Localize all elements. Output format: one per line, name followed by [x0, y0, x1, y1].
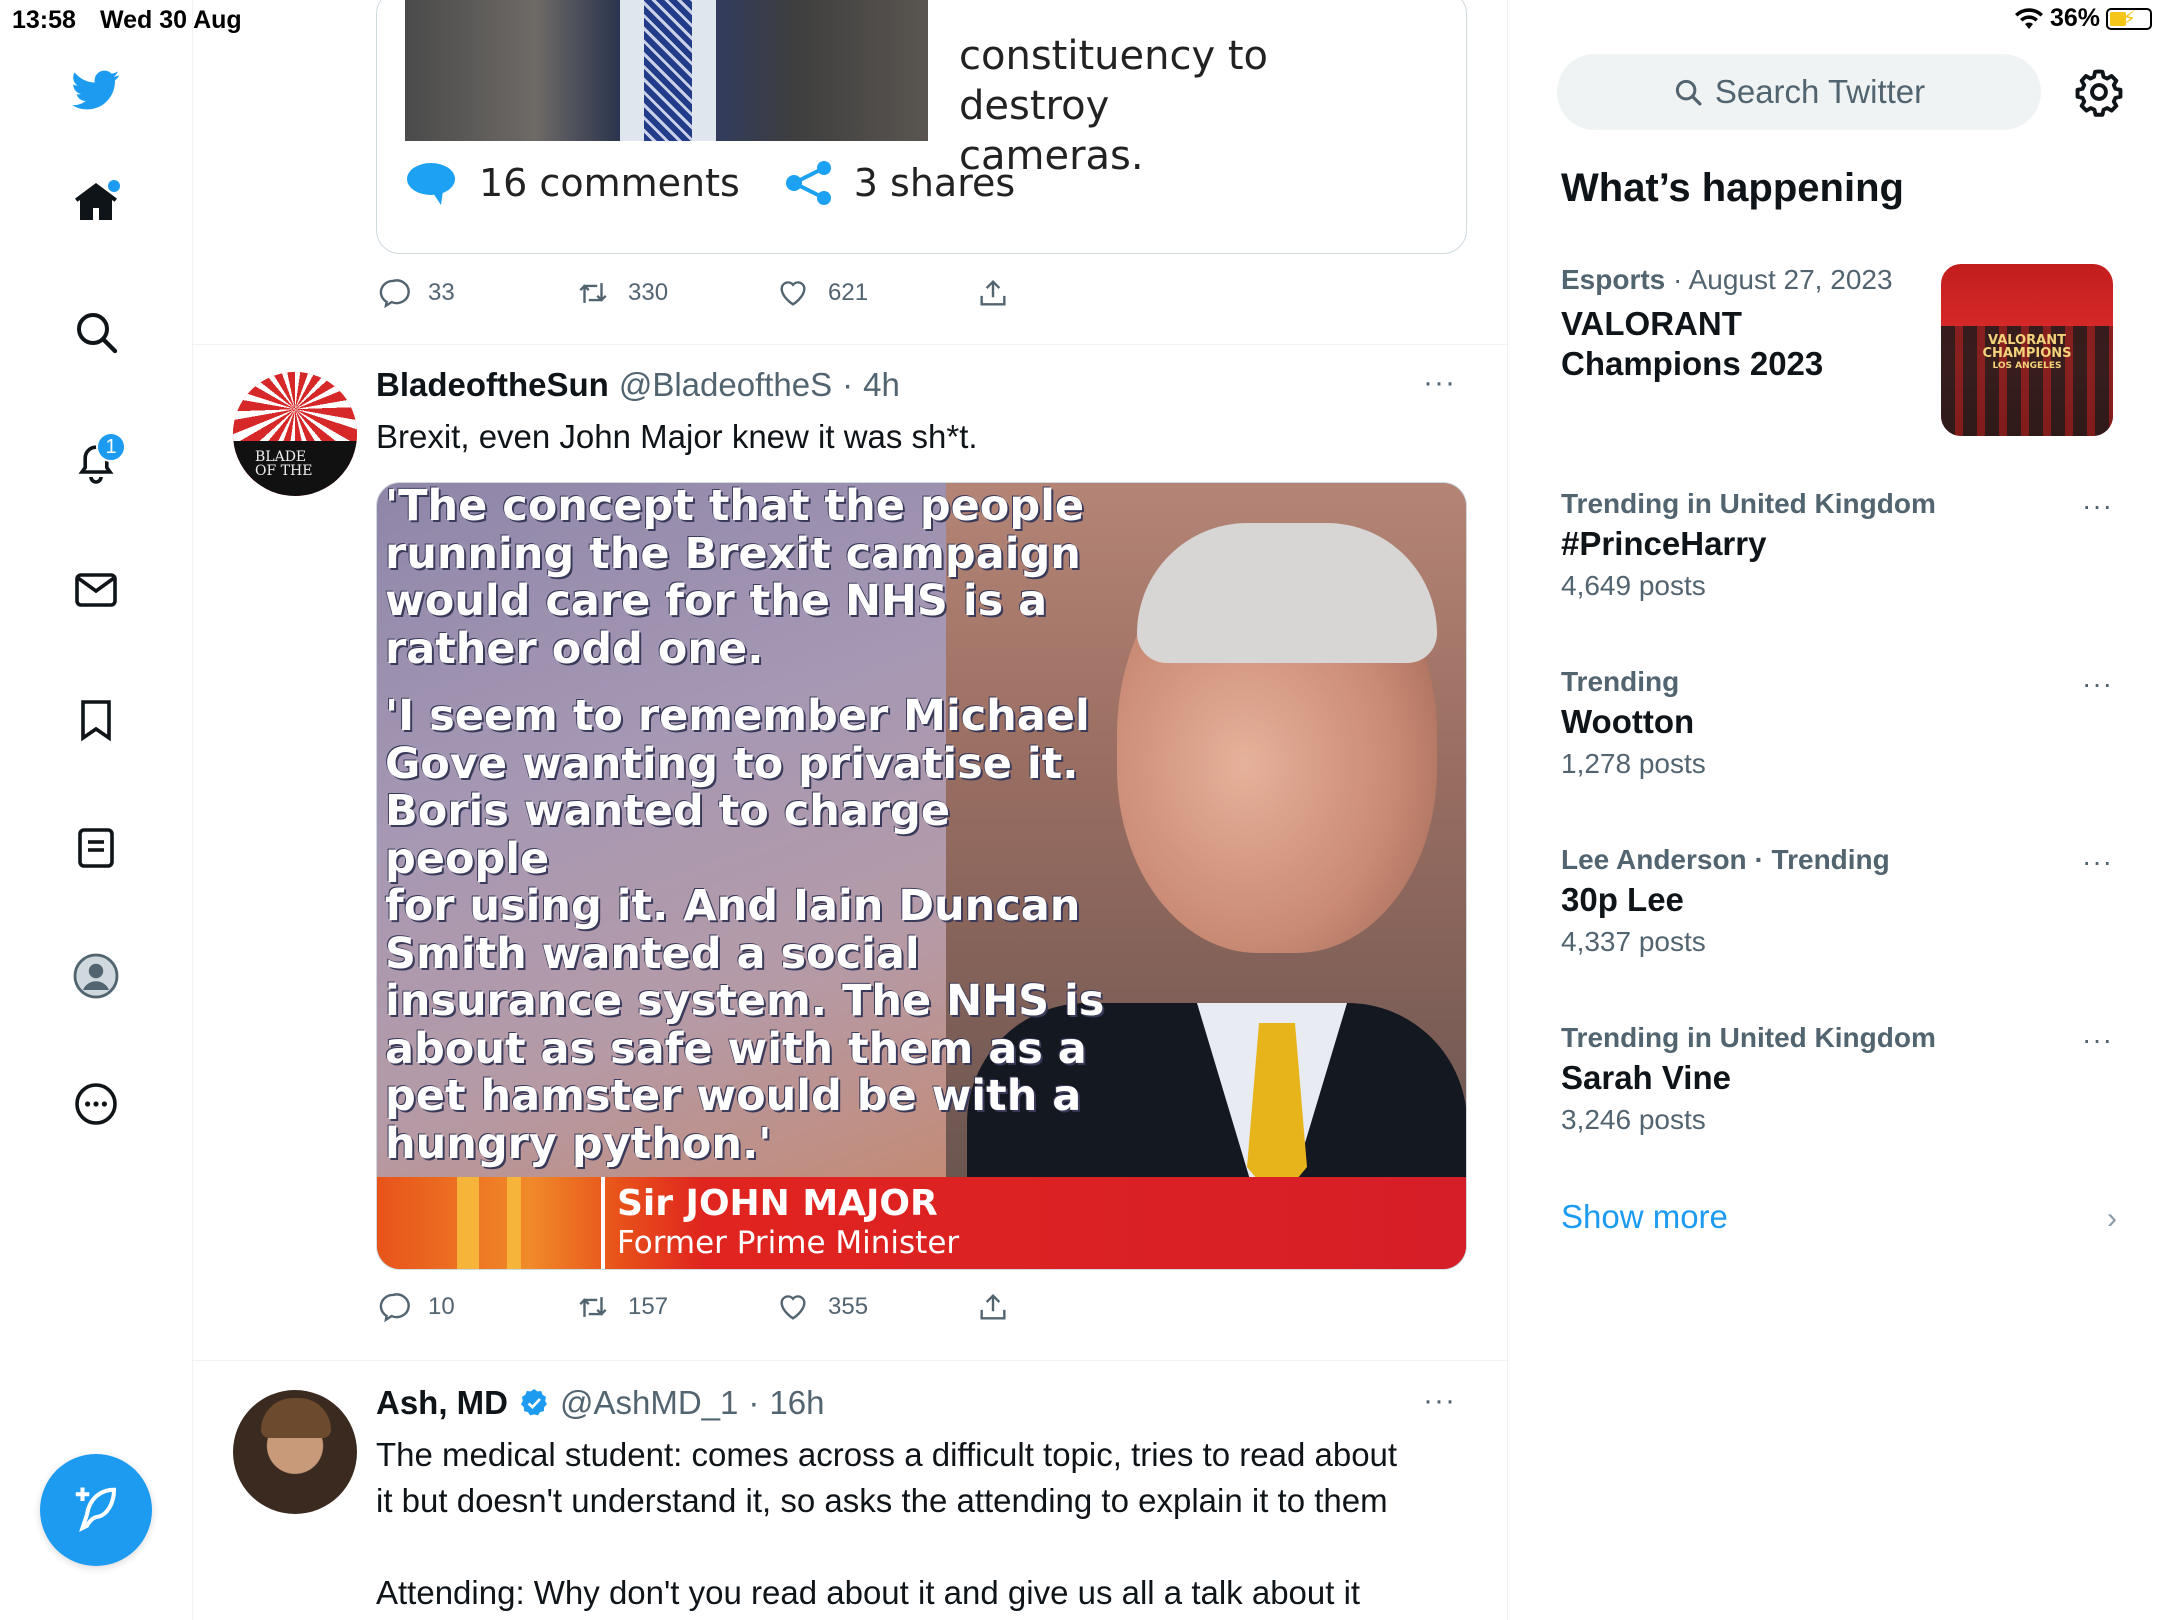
reply-button[interactable]: 33	[376, 276, 576, 310]
retweet-icon	[579, 1297, 607, 1317]
search-box[interactable]: Search Twitter	[1557, 54, 2041, 130]
tweet-actions: 33 330 621	[376, 276, 1176, 310]
tweet-time[interactable]: 4h	[863, 366, 900, 404]
compose-tweet-button[interactable]	[40, 1454, 152, 1566]
tweet-actions: 10 157 355	[376, 1290, 1176, 1324]
twitter-logo-icon[interactable]	[66, 60, 126, 120]
trend-more-icon[interactable]: ···	[2082, 668, 2113, 700]
trend-thumbnail[interactable]: VALORANT CHAMPIONS LOS ANGELES	[1941, 264, 2113, 436]
author-handle[interactable]: @AshMD_1	[560, 1384, 738, 1422]
retweet-button[interactable]: 330	[576, 276, 776, 310]
home-new-dot	[108, 180, 120, 192]
more-options-icon[interactable]	[66, 1074, 126, 1134]
like-button[interactable]: 621	[776, 276, 976, 310]
home-icon[interactable]	[66, 172, 126, 232]
timeline: constituency to destroy cameras. 16 comm…	[193, 0, 1508, 1620]
search-icon[interactable]	[66, 302, 126, 362]
trend-more-icon[interactable]: ···	[2082, 1024, 2113, 1056]
caption-role: Former Prime Minister	[617, 1225, 960, 1261]
verified-badge-icon	[521, 1389, 547, 1416]
heart-icon	[780, 281, 806, 306]
show-more-link[interactable]: Show more	[1561, 1198, 1728, 1236]
card-comments: 16 comments	[479, 161, 740, 205]
notifications-badge: 1	[96, 432, 126, 462]
meta-separator: ·	[842, 366, 854, 403]
retweet-icon	[579, 283, 607, 303]
tweet-text: The medical student: comes across a diff…	[376, 1436, 1398, 1611]
tweet-text: Brexit, even John Major knew it was sh*t…	[376, 418, 978, 455]
author-handle[interactable]: @BladeoftheS	[619, 366, 832, 404]
notifications-icon[interactable]: 1	[66, 430, 126, 490]
tweet-divider	[193, 1360, 1507, 1361]
avatar-label: BLADE OF THE	[255, 449, 313, 479]
card-stats: 16 comments 3 shares	[405, 159, 1015, 207]
tweet-header: BladeoftheSun @BladeoftheS · 4h	[376, 366, 900, 404]
trend-more-icon[interactable]: ···	[2082, 490, 2113, 522]
card-photo	[405, 0, 928, 141]
like-button[interactable]: 355	[776, 1290, 976, 1324]
search-placeholder: Search Twitter	[1714, 73, 1926, 110]
trend-item[interactable]: Lee Anderson · Trending 30p Lee 4,337 po…	[1561, 844, 2121, 958]
comment-bubble-icon	[407, 163, 455, 205]
trend-more-icon[interactable]: ···	[2082, 846, 2113, 878]
reply-icon	[379, 279, 410, 309]
tweet-more-icon[interactable]: ···	[1423, 366, 1456, 400]
share-button[interactable]	[976, 276, 1176, 310]
avatar-bladeofthesun[interactable]: BLADE OF THE	[233, 372, 357, 496]
tweet-image[interactable]: 'The concept that the people running the…	[376, 482, 1467, 1270]
profile-avatar-icon[interactable]	[66, 946, 126, 1006]
whats-happening-title: What’s happening	[1561, 166, 1904, 210]
meta-separator: ·	[748, 1384, 760, 1421]
heart-icon	[780, 1295, 806, 1320]
tweet-more-icon[interactable]: ···	[1423, 1384, 1456, 1418]
trend-item[interactable]: Trending Wootton 1,278 posts ···	[1561, 666, 2121, 780]
avatar-ashmd[interactable]	[233, 1390, 357, 1514]
caption-name: Sir JOHN MAJOR	[617, 1183, 938, 1224]
tweet-time[interactable]: 16h	[769, 1384, 824, 1422]
image-quote-text: 'The concept that the people running the…	[385, 482, 1105, 1169]
search-icon	[1675, 79, 1702, 106]
feather-plus-icon	[75, 1487, 117, 1532]
share-button[interactable]	[976, 1290, 1176, 1324]
trend-item[interactable]: Trending in United Kingdom #PrinceHarry …	[1561, 488, 2121, 602]
trend-item[interactable]: Trending in United Kingdom Sarah Vine 3,…	[1561, 1022, 2121, 1136]
reply-icon	[379, 1293, 410, 1323]
trend-thumbnail-label: VALORANT CHAMPIONS LOS ANGELES	[1982, 333, 2072, 371]
author-name[interactable]: BladeoftheSun	[376, 366, 609, 404]
messages-icon[interactable]	[66, 560, 126, 620]
share-upload-icon	[980, 279, 1006, 306]
right-sidebar: Search Twitter What’s happening Esports …	[1509, 0, 2160, 1620]
tweet-divider	[193, 344, 1507, 345]
share-upload-icon	[980, 1293, 1006, 1320]
retweet-button[interactable]: 157	[576, 1290, 776, 1324]
tweet-header: Ash, MD @AshMD_1 · 16h	[376, 1384, 824, 1422]
author-name[interactable]: Ash, MD	[376, 1384, 508, 1422]
bookmark-icon[interactable]	[66, 690, 126, 750]
chevron-right-icon: ›	[2107, 1202, 2117, 1235]
link-preview-card[interactable]: constituency to destroy cameras. 16 comm…	[376, 0, 1467, 254]
left-navigation: 1	[0, 0, 193, 1620]
share-nodes-icon	[785, 161, 831, 205]
settings-gear-icon[interactable]	[2073, 66, 2125, 118]
image-caption-bar: Sir JOHN MAJOR Former Prime Minister	[377, 1177, 1466, 1269]
card-text: constituency to destroy cameras.	[959, 33, 1268, 179]
card-shares: 3 shares	[853, 161, 1016, 205]
reply-button[interactable]: 10	[376, 1290, 576, 1324]
lists-icon[interactable]	[66, 818, 126, 878]
